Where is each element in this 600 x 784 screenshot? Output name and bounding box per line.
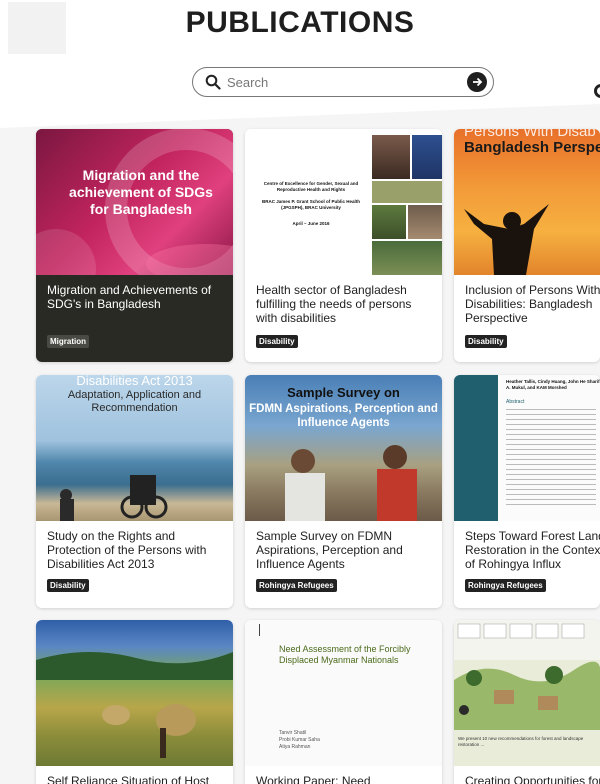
cover-photo — [408, 205, 442, 239]
search-bar — [192, 67, 494, 97]
cover-photo — [372, 135, 410, 179]
card-thumbnail: Migration and the achievement of SDGs fo… — [36, 129, 233, 275]
card-title[interactable]: Self Reliance Situation of Host — [47, 774, 227, 784]
cover-sidebar — [454, 375, 498, 521]
card-title[interactable]: Inclusion of Persons With Disabilities: … — [465, 283, 600, 325]
cover-photo — [372, 181, 442, 203]
publication-card[interactable]: Sample Survey on FDMN Aspirations, Perce… — [245, 375, 442, 608]
page-title: PUBLICATIONS — [185, 6, 415, 39]
cover-photo — [372, 205, 406, 239]
publication-card[interactable]: Migration and the achievement of SDGs fo… — [36, 129, 233, 362]
cover-photo — [412, 135, 442, 179]
cover-text-3: April – June 2016 — [292, 221, 330, 226]
publication-card[interactable]: Need Assessment of the Forcibly Displace… — [245, 620, 442, 784]
cover-authors: Tanvir Shatil Probi Kumar Saha Atiya Rah… — [279, 730, 320, 750]
card-title[interactable]: Steps Toward Forest Land Restoration in … — [465, 529, 600, 571]
publication-card[interactable]: Persons With Disab Bangladesh Perspe Inc… — [454, 129, 600, 362]
category-tag[interactable]: Disability — [465, 335, 507, 348]
cover-title: Need Assessment of the Forcibly Displace… — [279, 644, 411, 665]
category-tag[interactable]: Rohingya Refugees — [465, 579, 546, 592]
card-thumbnail: Need Assessment of the Forcibly Displace… — [245, 620, 442, 766]
search-submit-button[interactable] — [467, 72, 487, 92]
search-input[interactable] — [227, 72, 447, 92]
cover-mark — [259, 624, 260, 636]
card-thumbnail: Heather Tallis, Cindy Huang, John He Sha… — [454, 375, 600, 521]
card-thumbnail: Disabilities Act 2013 Adaptation, Applic… — [36, 375, 233, 521]
arrow-right-icon — [473, 77, 483, 87]
category-tag[interactable]: Rohingya Refugees — [256, 579, 337, 592]
card-thumbnail: We present 10 new recommendations for fo… — [454, 620, 600, 766]
card-thumbnail: Centre of Excellence for Gender, Sexual … — [245, 129, 442, 275]
card-title[interactable]: Sample Survey on FDMN Aspirations, Perce… — [256, 529, 436, 571]
category-tag[interactable]: Disability — [256, 335, 298, 348]
cover-text-lines — [506, 409, 596, 509]
publication-card[interactable]: Centre of Excellence for Gender, Sexual … — [245, 129, 442, 362]
cover-caption: We present 10 new recommendations for fo… — [458, 736, 584, 747]
cover-title: Migration and the achievement of SDGs fo… — [69, 167, 213, 217]
card-thumbnail: Persons With Disab Bangladesh Perspe — [454, 129, 600, 275]
publication-card[interactable]: Heather Tallis, Cindy Huang, John He Sha… — [454, 375, 600, 608]
cover-text-1: Centre of Excellence for Gender, Sexual … — [263, 181, 359, 192]
cover-authors: Heather Tallis, Cindy Huang, John He Sha… — [506, 379, 600, 390]
publication-card[interactable]: Self Reliance Situation of Host — [36, 620, 233, 784]
cover-abstract: Abstract — [506, 399, 525, 405]
search-icon — [205, 74, 221, 90]
card-title[interactable]: Health sector of Bangladesh fulfilling t… — [256, 283, 436, 325]
publication-card[interactable]: Disabilities Act 2013 Adaptation, Applic… — [36, 375, 233, 608]
card-title[interactable]: Migration and Achievements of SDG's in B… — [47, 283, 227, 311]
card-thumbnail — [36, 620, 233, 766]
partial-icon — [594, 84, 600, 98]
publication-card[interactable]: We present 10 new recommendations for fo… — [454, 620, 600, 784]
card-thumbnail: Sample Survey on FDMN Aspirations, Perce… — [245, 375, 442, 521]
cover-text-2: BRAC James P. Grant School of Public Hea… — [262, 199, 360, 210]
card-title[interactable]: Creating Opportunities for — [465, 774, 600, 784]
category-tag[interactable]: Disability — [47, 579, 89, 592]
card-title[interactable]: Study on the Rights and Protection of th… — [47, 529, 227, 571]
card-title[interactable]: Working Paper: Need — [256, 774, 436, 784]
cover-photo — [372, 241, 442, 275]
category-tag[interactable]: Migration — [47, 335, 89, 348]
